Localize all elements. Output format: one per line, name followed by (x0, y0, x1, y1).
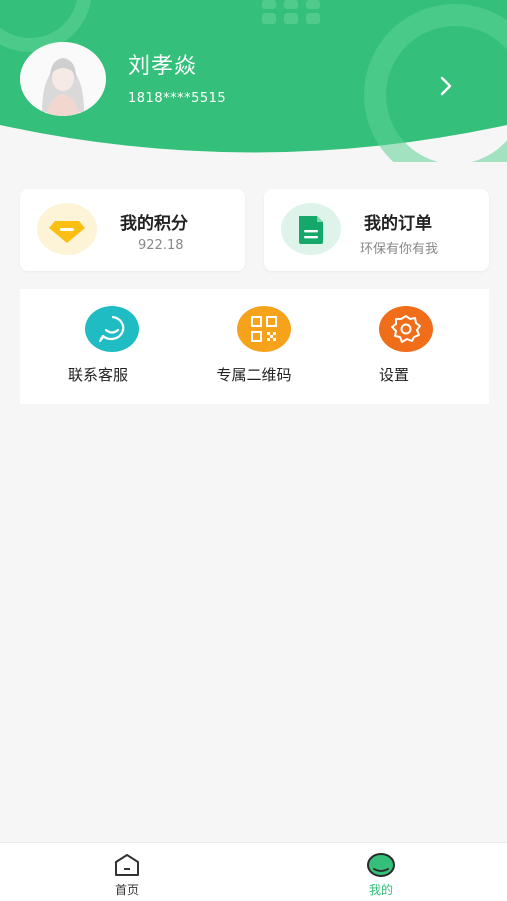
gear-icon-bg (379, 306, 433, 352)
orders-title: 我的订单 (364, 214, 432, 234)
user-phone: 1818****5515 (128, 91, 227, 106)
mine-icon (367, 853, 395, 877)
gear-icon (391, 315, 421, 343)
points-card[interactable]: 我的积分 922.18 (20, 189, 245, 271)
tab-home[interactable]: 首页 (67, 843, 187, 901)
bottom-tab-bar: 首页 我的 (0, 842, 507, 901)
document-icon (299, 216, 323, 244)
tab-mine[interactable]: 我的 (321, 843, 441, 901)
profile-header: 刘孝焱 1818****5515 (0, 0, 507, 162)
services-panel: 联系客服 专属二维码 设置 (20, 289, 489, 404)
orders-icon-bg (281, 203, 341, 255)
chevron-right-icon (440, 76, 452, 96)
chat-icon (98, 315, 125, 343)
points-value: 922.18 (138, 238, 184, 253)
avatar-person-icon (20, 42, 106, 116)
profile-detail-button[interactable] (432, 72, 460, 100)
points-title: 我的积分 (120, 214, 188, 234)
qr-code-label: 专属二维码 (216, 366, 292, 384)
customer-service-button[interactable]: 联系客服 (20, 289, 176, 404)
customer-service-label: 联系客服 (67, 366, 128, 384)
diamond-icon (49, 221, 85, 243)
qr-code-icon (251, 316, 277, 342)
home-icon (115, 854, 139, 876)
settings-button[interactable]: 设置 (332, 289, 488, 404)
points-icon-bg (37, 203, 97, 255)
chat-icon-bg (85, 306, 139, 352)
tab-mine-label: 我的 (368, 883, 393, 897)
tab-home-label: 首页 (114, 883, 139, 897)
orders-card[interactable]: 我的订单 环保有你有我 (264, 189, 489, 271)
qr-code-icon-bg (237, 306, 291, 352)
settings-label: 设置 (378, 366, 409, 384)
avatar[interactable] (20, 42, 106, 116)
orders-subtitle: 环保有你有我 (360, 242, 439, 257)
user-name: 刘孝焱 (128, 54, 198, 79)
qr-code-button[interactable]: 专属二维码 (176, 289, 332, 404)
